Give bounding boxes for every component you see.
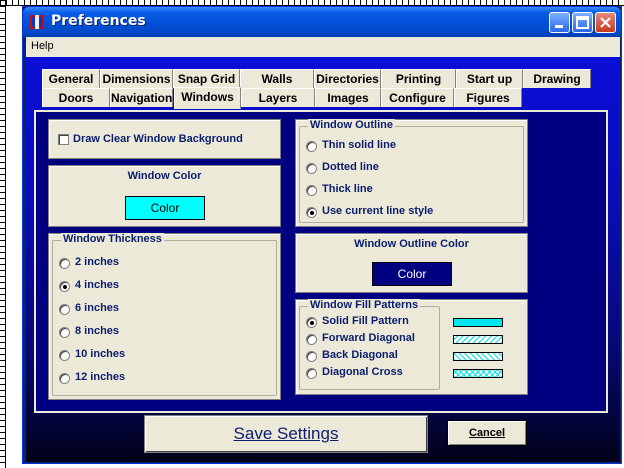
thickness-2-label: 2 inches [75, 256, 120, 268]
close-icon [600, 17, 611, 28]
tab-configure[interactable]: Configure [381, 88, 454, 107]
outline-color-box: Window Outline Color Color [295, 233, 528, 293]
fill-cross-radio[interactable] [306, 368, 317, 379]
tab-directories[interactable]: Directories [314, 69, 381, 88]
tab-start-up[interactable]: Start up [456, 69, 523, 88]
tab-windows[interactable]: Windows [174, 87, 241, 109]
draw-clear-bg-label: Draw Clear Window Background [73, 133, 243, 145]
minimize-icon [555, 25, 563, 28]
tab-snap-grid[interactable]: Snap Grid [173, 69, 240, 88]
cancel-label: Cancel [468, 427, 506, 439]
outline-thin-radio[interactable] [306, 141, 317, 152]
tab-layers[interactable]: Layers [241, 88, 315, 107]
thickness-10-label: 10 inches [75, 348, 126, 360]
window-outline-group: Window Outline Thin solid line Dotted li… [299, 119, 524, 223]
save-settings-button[interactable]: Save Settings [144, 415, 428, 453]
app-icon [30, 15, 44, 29]
tab-walls[interactable]: Walls [240, 69, 314, 88]
draw-clear-bg-checkbox[interactable] [58, 134, 69, 145]
thickness-8-label: 8 inches [75, 325, 120, 337]
outline-dotted-label: Dotted line [322, 161, 379, 173]
tab-general[interactable]: General [42, 69, 100, 88]
back-diagonal-swatch [453, 352, 503, 361]
tab-doors[interactable]: Doors [42, 88, 110, 107]
thickness-8-radio[interactable] [59, 327, 70, 338]
tab-navigation[interactable]: Navigation [110, 88, 173, 107]
outline-dotted-radio[interactable] [306, 163, 317, 174]
maximize-button[interactable] [572, 12, 593, 33]
window-color-heading: Window Color [127, 170, 202, 182]
cancel-button[interactable]: Cancel [447, 420, 527, 446]
left-ruler [0, 0, 6, 468]
diagonal-cross-swatch [453, 369, 503, 378]
fill-back-label: Back Diagonal [322, 349, 398, 361]
thickness-6-radio[interactable] [59, 304, 70, 315]
fill-cross-label: Diagonal Cross [322, 366, 403, 378]
fill-patterns-legend: Window Fill Patterns [308, 299, 421, 311]
window-outline-legend: Window Outline [308, 119, 395, 131]
fill-forward-label: Forward Diagonal [322, 332, 415, 344]
outline-current-label: Use current line style [322, 205, 434, 217]
window-thickness-group: Window Thickness 2 inches 4 inches 6 inc… [52, 233, 277, 396]
save-settings-label: Save Settings [233, 424, 339, 443]
solid-fill-swatch [453, 318, 503, 327]
window-thickness-box: Window Thickness 2 inches 4 inches 6 inc… [48, 233, 281, 400]
clear-background-box: Draw Clear Window Background [48, 119, 281, 159]
tab-drawing[interactable]: Drawing [523, 69, 591, 88]
fill-patterns-group: Window Fill Patterns Solid Fill Pattern … [299, 299, 440, 390]
window-thickness-legend: Window Thickness [61, 233, 164, 245]
tab-images[interactable]: Images [315, 88, 381, 107]
menu-help[interactable]: Help [31, 40, 54, 52]
fill-forward-radio[interactable] [306, 334, 317, 345]
minimize-button[interactable] [549, 12, 570, 33]
thickness-4-label: 4 inches [75, 279, 120, 291]
preferences-window: Preferences Help General Dimensions Snap… [22, 6, 622, 464]
thickness-12-radio[interactable] [59, 373, 70, 384]
maximize-icon [576, 16, 589, 29]
thickness-4-radio[interactable] [59, 281, 70, 292]
thickness-10-radio[interactable] [59, 350, 70, 361]
fill-solid-radio[interactable] [306, 317, 317, 328]
fill-back-radio[interactable] [306, 351, 317, 362]
window-outline-box: Window Outline Thin solid line Dotted li… [295, 119, 528, 227]
fill-solid-label: Solid Fill Pattern [322, 315, 409, 327]
thickness-12-label: 12 inches [75, 371, 126, 383]
title-bar[interactable]: Preferences [23, 7, 621, 37]
outline-color-heading: Window Outline Color [354, 238, 469, 250]
outline-current-radio[interactable] [306, 207, 317, 218]
outline-thick-radio[interactable] [306, 185, 317, 196]
window-title: Preferences [51, 13, 146, 29]
thickness-6-label: 6 inches [75, 302, 120, 314]
forward-diagonal-swatch [453, 335, 503, 344]
window-color-button[interactable]: Color [125, 196, 205, 220]
windows-tab-panel: Draw Clear Window Background Window Colo… [34, 110, 608, 413]
menu-bar: Help [26, 37, 620, 57]
thickness-2-radio[interactable] [59, 258, 70, 269]
tab-figures[interactable]: Figures [454, 88, 522, 107]
outline-thin-label: Thin solid line [322, 139, 396, 151]
outline-color-button[interactable]: Color [372, 262, 452, 286]
tab-printing[interactable]: Printing [381, 69, 456, 88]
fill-patterns-box: Window Fill Patterns Solid Fill Pattern … [295, 299, 528, 395]
outline-thick-label: Thick line [322, 183, 373, 195]
dialog-content: General Dimensions Snap Grid Walls Direc… [26, 57, 620, 462]
window-color-box: Window Color Color [48, 165, 281, 227]
tab-dimensions[interactable]: Dimensions [100, 69, 173, 88]
close-button[interactable] [595, 12, 616, 33]
